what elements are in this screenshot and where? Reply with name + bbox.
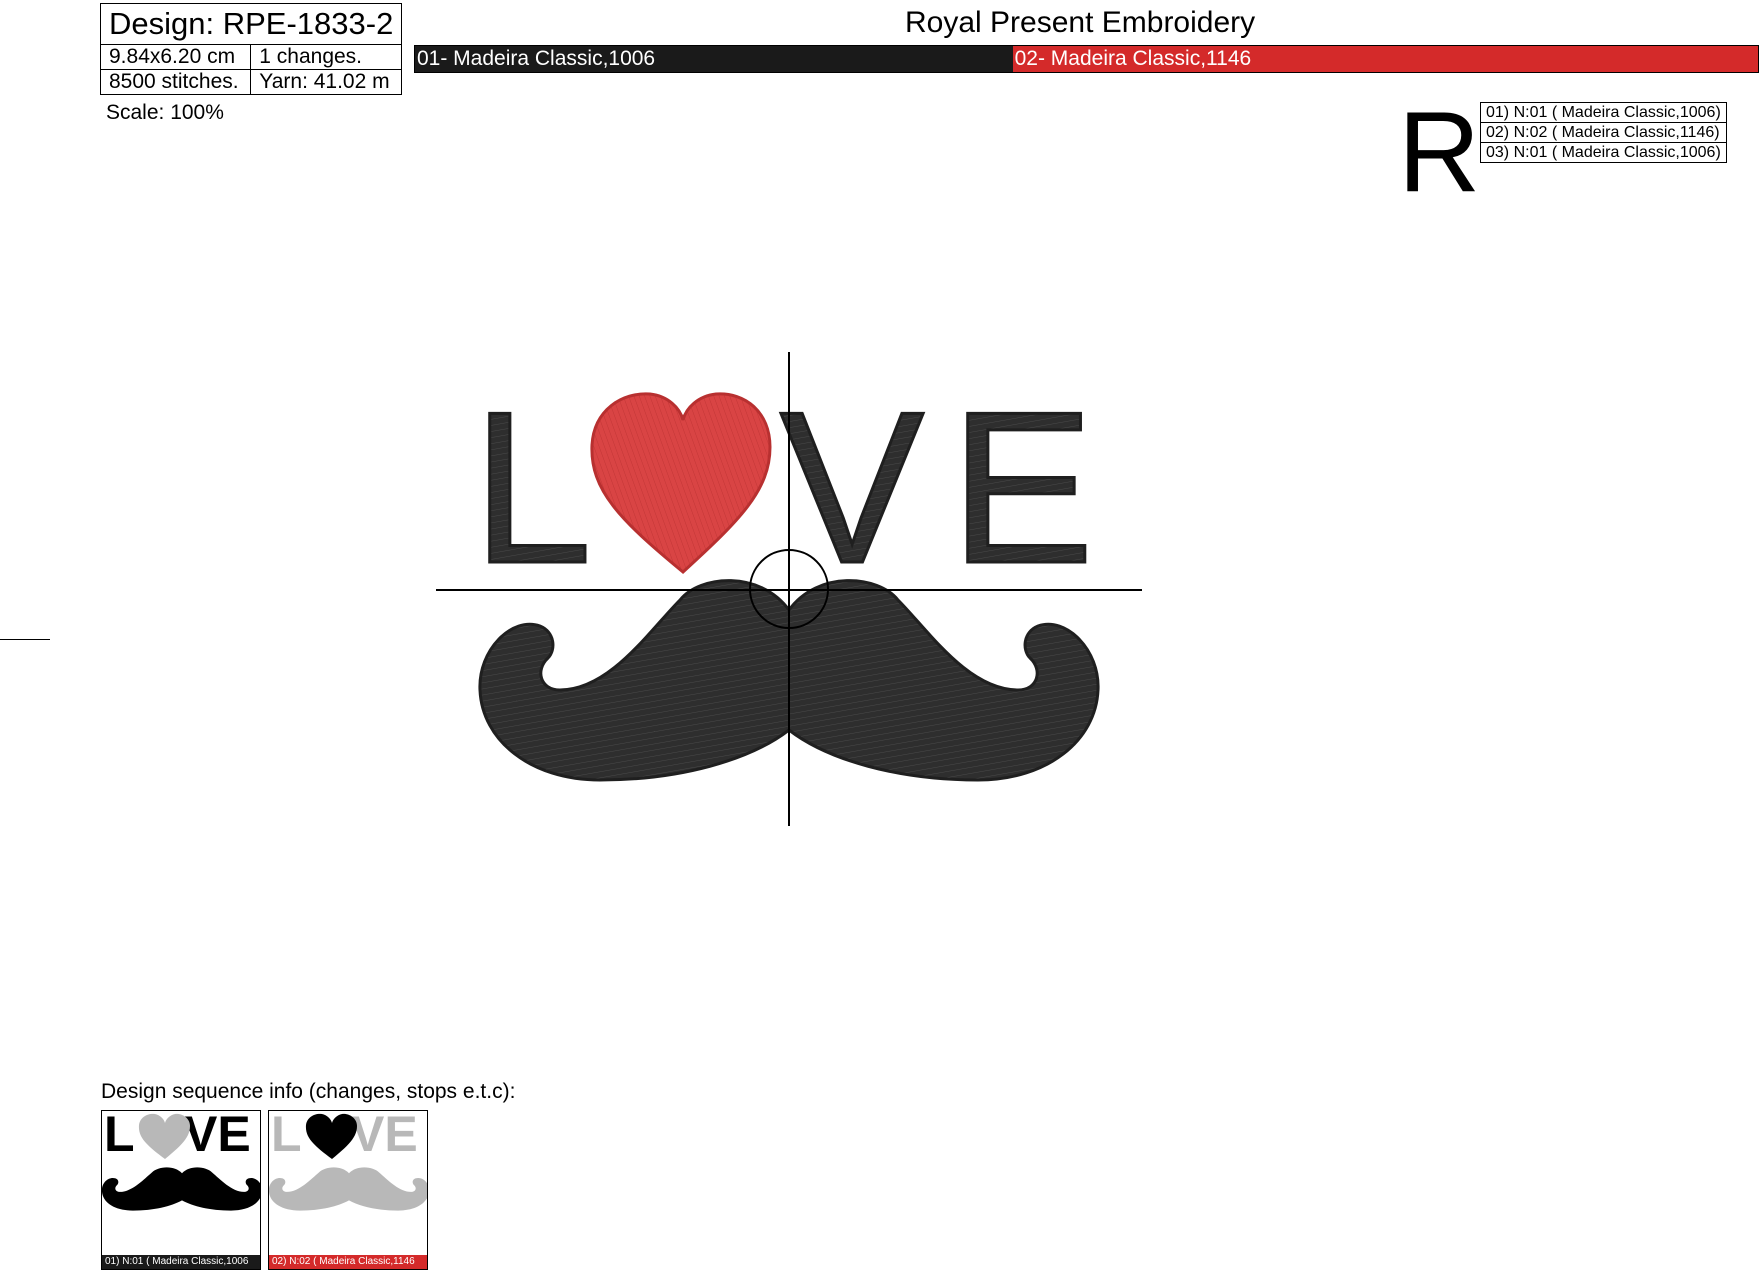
heart-shape — [590, 392, 772, 574]
letter-e: E — [950, 366, 1094, 608]
letter-v: V — [780, 366, 924, 608]
sequence-thumbnail-1: L VE 01) N:01 ( Madeira Classic,1006 — [101, 1110, 261, 1270]
svg-text:L: L — [271, 1111, 302, 1162]
letter-l: L — [472, 366, 592, 608]
svg-text:L: L — [104, 1111, 135, 1162]
love-letters: L V E — [471, 365, 1096, 610]
thumbnail-label-2: 02) N:02 ( Madeira Classic,1146 — [269, 1255, 427, 1269]
thumbnail-art-1: L VE — [102, 1111, 260, 1211]
svg-text:VE: VE — [351, 1111, 418, 1162]
thumbnail-label-1: 01) N:01 ( Madeira Classic,1006 — [102, 1255, 260, 1269]
svg-text:VE: VE — [184, 1111, 251, 1162]
sequence-info-title: Design sequence info (changes, stops e.t… — [101, 1080, 516, 1103]
sequence-thumbnail-2: L VE 02) N:02 ( Madeira Classic,1146 — [268, 1110, 428, 1270]
thumbnail-art-2: L VE — [269, 1111, 427, 1211]
